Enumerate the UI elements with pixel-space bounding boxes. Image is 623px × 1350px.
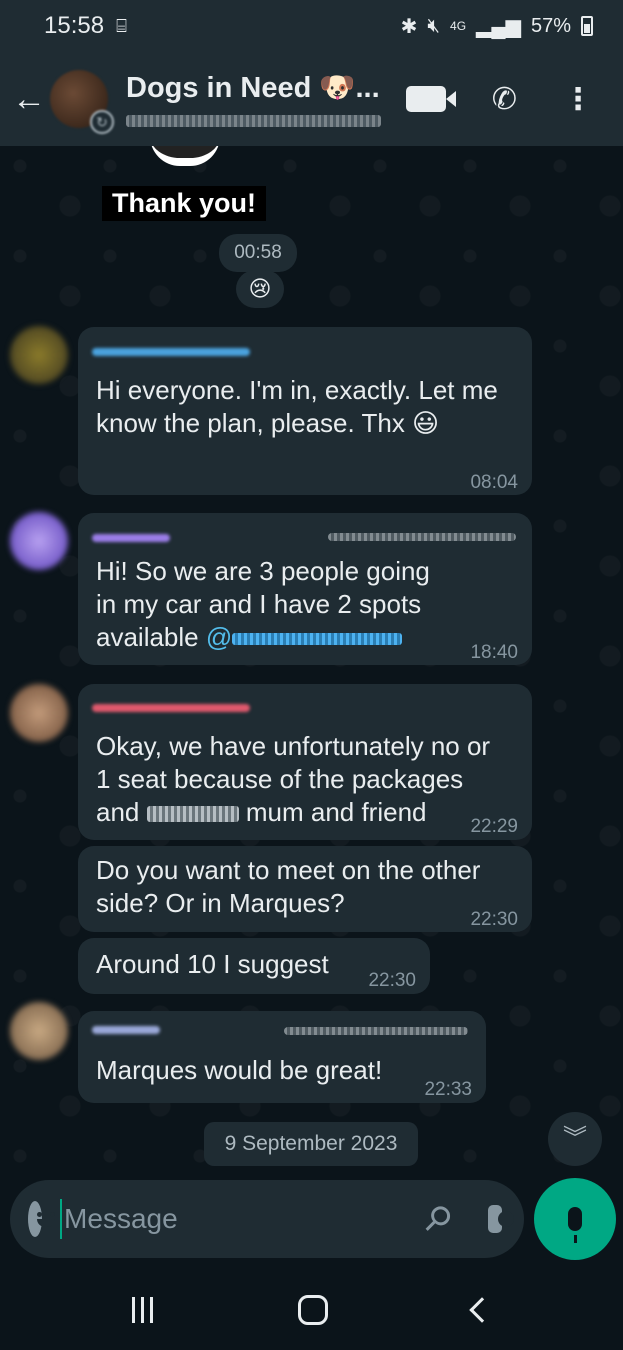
system-back-button[interactable] xyxy=(468,1297,495,1323)
emoji-icon[interactable] xyxy=(28,1201,56,1237)
message-bubble[interactable]: Around 10 I suggest 22:30 xyxy=(78,938,430,994)
message-bubble[interactable]: Hi! So we are 3 people going in my car a… xyxy=(78,513,532,665)
microphone-icon xyxy=(568,1207,582,1243)
message-text: Do you want to meet on the other side? O… xyxy=(96,855,481,918)
sender-avatar[interactable] xyxy=(10,684,68,742)
mention-redacted xyxy=(232,633,403,646)
menu-button[interactable]: ⋮ xyxy=(563,82,593,117)
status-bar: 15:58 ⌸ ✱ 🔇︎ 4G ▂▄▆ 57% xyxy=(0,0,623,52)
group-title: Dogs in Need 🐶... xyxy=(126,72,380,104)
mention: @ xyxy=(205,622,233,652)
message-text: Okay, we have unfortunately no or 1 seat… xyxy=(96,731,491,827)
notification-icon: ⌸ xyxy=(116,15,127,36)
camera-icon[interactable] xyxy=(487,1205,515,1233)
microphone-button[interactable] xyxy=(534,1178,616,1260)
message-bubble[interactable]: Okay, we have unfortunately no or 1 seat… xyxy=(78,684,532,840)
sticker-timestamp: 00:58 xyxy=(219,234,297,272)
signal-icon: ▂▄▆ xyxy=(476,15,521,38)
message-timestamp: 22:30 xyxy=(368,970,416,991)
reaction-bubble[interactable]: 😢 xyxy=(236,270,284,308)
sender-name-redacted xyxy=(92,1026,160,1034)
recents-button[interactable] xyxy=(132,1297,154,1323)
chat-area[interactable]: Thank you! 00:58 😢 Hi everyone. I'm in, … xyxy=(0,146,623,1170)
sender-avatar[interactable] xyxy=(10,1002,68,1060)
back-button[interactable]: ← xyxy=(0,80,50,119)
sender-avatar[interactable] xyxy=(10,326,68,384)
sender-avatar[interactable] xyxy=(10,512,68,570)
message-bubble[interactable]: Do you want to meet on the other side? O… xyxy=(78,846,532,932)
arrow-left-icon: ← xyxy=(12,79,46,118)
message-timestamp: 22:29 xyxy=(470,816,518,837)
sender-name-redacted xyxy=(92,534,170,542)
sender-name-redacted xyxy=(92,704,250,712)
composer: ⚲ xyxy=(0,1170,623,1270)
message-input[interactable] xyxy=(60,1199,426,1239)
network-type: 4G xyxy=(450,19,467,33)
sticker-caption: Thank you! xyxy=(102,186,267,221)
video-call-button[interactable] xyxy=(405,86,456,112)
message-timestamp: 22:30 xyxy=(470,909,518,930)
sender-phone-redacted xyxy=(328,533,516,541)
message-text: Marques would be great! xyxy=(96,1055,383,1085)
sender-name-redacted xyxy=(92,348,250,356)
battery-percent: 57% xyxy=(530,14,571,37)
system-nav-bar xyxy=(0,1270,623,1350)
message-timestamp: 08:04 xyxy=(470,472,518,493)
bluetooth-icon: ✱ xyxy=(400,15,418,38)
group-participants-redacted xyxy=(126,115,381,127)
message-timestamp: 18:40 xyxy=(470,642,518,663)
message-text: Hi everyone. I'm in, exactly. Let me kno… xyxy=(96,375,498,438)
voice-call-button[interactable]: ✆ xyxy=(492,82,517,117)
status-icons: ✱ 🔇︎ 4G ▂▄▆ 57% xyxy=(401,14,593,39)
date-chip: 9 September 2023 xyxy=(204,1122,418,1166)
community-icon: ↻ xyxy=(90,110,114,134)
name-redacted xyxy=(146,806,239,823)
status-time: 15:58 xyxy=(44,12,105,39)
message-timestamp: 22:33 xyxy=(424,1079,472,1100)
battery-icon xyxy=(581,16,593,36)
message-bubble[interactable]: Hi everyone. I'm in, exactly. Let me kno… xyxy=(78,327,532,495)
sender-phone-redacted xyxy=(284,1027,468,1035)
chat-header: ← ↻ Dogs in Need 🐶... ✆ ⋮ xyxy=(0,52,623,146)
composer-box: ⚲ xyxy=(10,1180,524,1258)
group-info[interactable]: Dogs in Need 🐶... xyxy=(126,71,394,127)
home-button[interactable] xyxy=(297,1295,328,1325)
header-actions: ✆ ⋮ xyxy=(405,82,623,117)
scroll-to-bottom-button[interactable]: ︾ xyxy=(548,1112,602,1166)
message-text: Hi! So we are 3 people going in my car a… xyxy=(96,556,430,652)
mute-icon: 🔇︎ xyxy=(427,14,441,37)
message-bubble[interactable]: Marques would be great! 22:33 xyxy=(78,1011,486,1103)
message-text: Around 10 I suggest xyxy=(96,949,329,979)
sticker-image[interactable] xyxy=(150,146,220,166)
group-avatar[interactable]: ↻ xyxy=(50,70,114,134)
chevron-double-down-icon: ︾ xyxy=(563,1125,587,1152)
